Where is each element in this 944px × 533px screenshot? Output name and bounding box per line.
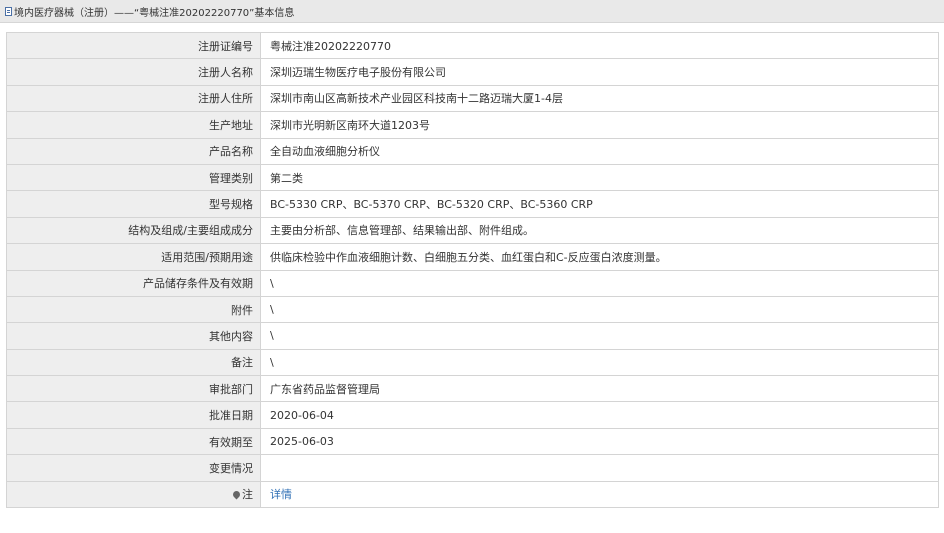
row-label: 变更情况	[6, 454, 261, 482]
row-label: 产品名称	[6, 137, 261, 165]
table-row: 有效期至 2025-06-03	[6, 427, 939, 456]
breadcrumb-text: 境内医疗器械（注册）——“粤械注准20202220770”基本信息	[14, 7, 295, 19]
row-value: 第二类	[260, 163, 939, 192]
row-label: 注册人名称	[6, 58, 261, 86]
row-value: 粤械注准20202220770	[260, 31, 939, 60]
row-value: 主要由分析部、信息管理部、结果输出部、附件组成。	[260, 216, 939, 245]
pin-icon	[231, 489, 242, 500]
note-row: 注 详情	[6, 480, 939, 509]
note-label: 注	[242, 488, 253, 502]
document-icon	[5, 6, 12, 16]
row-value: 全自动血液细胞分析仪	[260, 137, 939, 165]
note-value-cell: 详情	[260, 480, 939, 509]
row-label: 批准日期	[6, 401, 261, 429]
row-label: 其他内容	[6, 322, 261, 350]
note-label-cell: 注	[6, 480, 261, 509]
row-value: 深圳市南山区高新技术产业园区科技南十二路迈瑞大厦1-4层	[260, 84, 939, 113]
table-row: 其他内容 \	[6, 322, 939, 350]
row-label: 审批部门	[6, 375, 261, 403]
row-label: 生产地址	[6, 111, 261, 139]
table-row: 注册证编号 粤械注准20202220770	[6, 31, 939, 60]
row-value: 2020-06-04	[260, 401, 939, 429]
row-label: 适用范围/预期用途	[6, 243, 261, 271]
table-row: 注册人名称 深圳迈瑞生物医疗电子股份有限公司	[6, 58, 939, 86]
table-row: 审批部门 广东省药品监督管理局	[6, 375, 939, 403]
row-value: BC-5330 CRP、BC-5370 CRP、BC-5320 CRP、BC-5…	[260, 190, 939, 218]
row-label: 管理类别	[6, 163, 261, 192]
table-row: 管理类别 第二类	[6, 163, 939, 192]
table-row: 附件 \	[6, 295, 939, 324]
row-label: 产品储存条件及有效期	[6, 269, 261, 297]
table-row: 适用范围/预期用途 供临床检验中作血液细胞计数、白细胞五分类、血红蛋白和C-反应…	[6, 243, 939, 271]
row-value: 供临床检验中作血液细胞计数、白细胞五分类、血红蛋白和C-反应蛋白浓度测量。	[260, 243, 939, 271]
row-value: \	[260, 348, 939, 377]
row-label: 附件	[6, 295, 261, 324]
table-row: 型号规格 BC-5330 CRP、BC-5370 CRP、BC-5320 CRP…	[6, 190, 939, 218]
table-row: 变更情况	[6, 454, 939, 482]
table-row: 批准日期 2020-06-04	[6, 401, 939, 429]
row-value: \	[260, 269, 939, 297]
row-value: 2025-06-03	[260, 427, 939, 456]
row-label: 注册证编号	[6, 31, 261, 60]
row-value	[260, 454, 939, 482]
table-row: 注册人住所 深圳市南山区高新技术产业园区科技南十二路迈瑞大厦1-4层	[6, 84, 939, 113]
info-table: 注册证编号 粤械注准20202220770 注册人名称 深圳迈瑞生物医疗电子股份…	[6, 31, 939, 509]
details-link[interactable]: 详情	[270, 488, 292, 501]
row-value: \	[260, 295, 939, 324]
table-row: 结构及组成/主要组成成分 主要由分析部、信息管理部、结果输出部、附件组成。	[6, 216, 939, 245]
row-label: 注册人住所	[6, 84, 261, 113]
row-value: 深圳市光明新区南环大道1203号	[260, 111, 939, 139]
table-row: 产品名称 全自动血液细胞分析仪	[6, 137, 939, 165]
table-row: 生产地址 深圳市光明新区南环大道1203号	[6, 111, 939, 139]
breadcrumb: 境内医疗器械（注册）——“粤械注准20202220770”基本信息	[0, 0, 944, 23]
table-row: 备注 \	[6, 348, 939, 377]
table-row: 产品储存条件及有效期 \	[6, 269, 939, 297]
row-label: 结构及组成/主要组成成分	[6, 216, 261, 245]
row-value: 深圳迈瑞生物医疗电子股份有限公司	[260, 58, 939, 86]
row-label: 备注	[6, 348, 261, 377]
row-value: \	[260, 322, 939, 350]
row-label: 有效期至	[6, 427, 261, 456]
row-label: 型号规格	[6, 190, 261, 218]
row-value: 广东省药品监督管理局	[260, 375, 939, 403]
